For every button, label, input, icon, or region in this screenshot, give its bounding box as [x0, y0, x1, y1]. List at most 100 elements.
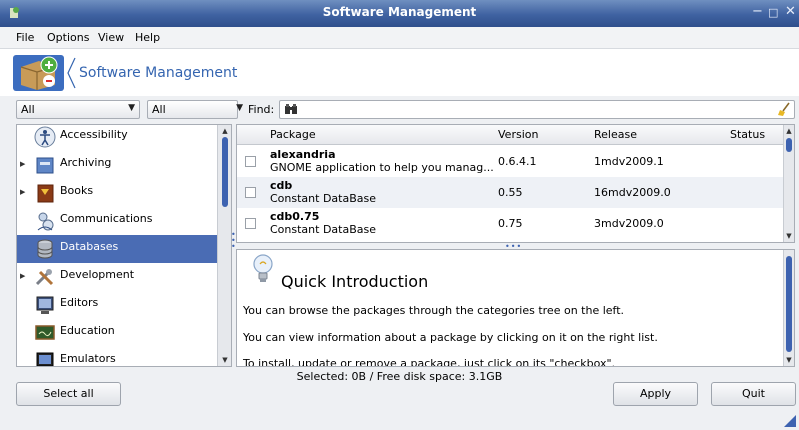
package-release: 16mdv2009.0 — [594, 186, 671, 199]
info-title: Quick Introduction — [281, 272, 429, 291]
database-icon — [37, 239, 53, 259]
category-item[interactable]: ▶ Archiving — [17, 151, 217, 179]
package-row[interactable]: cdb0.75 Constant DataBase 0.75 3mdv2009.0 — [237, 208, 785, 239]
chevron-down-icon: ▼ — [128, 103, 135, 113]
scroll-down-icon[interactable]: ▼ — [784, 355, 794, 365]
menu-file[interactable]: File — [16, 31, 34, 44]
editor-icon — [36, 296, 54, 314]
column-header-status[interactable]: Status — [730, 128, 765, 141]
scroll-up-icon[interactable]: ▲ — [784, 126, 794, 136]
status-filter-value: All — [152, 103, 166, 116]
category-label: Emulators — [60, 352, 116, 365]
package-list[interactable]: Package Version Release Status alexandri… — [236, 124, 795, 243]
expand-arrow-icon[interactable]: ▶ — [20, 188, 25, 196]
category-label: Development — [60, 268, 135, 281]
menu-help[interactable]: Help — [135, 31, 160, 44]
menu-options[interactable]: Options — [47, 31, 89, 44]
category-item[interactable]: Editors — [17, 291, 217, 319]
category-item[interactable]: Emulators — [17, 347, 217, 366]
package-checkbox[interactable] — [245, 218, 256, 229]
column-header-version[interactable]: Version — [498, 128, 538, 141]
package-version: 0.55 — [498, 186, 523, 199]
find-input[interactable] — [279, 100, 795, 119]
category-label: Databases — [60, 240, 119, 253]
chevron-down-icon: ▼ — [236, 103, 243, 113]
column-header-release[interactable]: Release — [594, 128, 637, 141]
category-label: Communications — [60, 212, 153, 225]
tree-scrollbar[interactable]: ▲ ▼ — [217, 125, 231, 366]
info-scroll-thumb[interactable] — [786, 256, 792, 352]
scroll-down-icon[interactable]: ▼ — [220, 355, 230, 365]
expand-arrow-icon[interactable]: ▶ — [20, 272, 25, 280]
package-list-header: Package Version Release Status — [237, 125, 785, 145]
resize-grip-icon[interactable] — [784, 415, 796, 427]
category-item[interactable]: ▶ Development — [17, 263, 217, 291]
category-label: Archiving — [60, 156, 112, 169]
package-name: alexandria — [270, 148, 336, 161]
window-title: Software Management — [322, 5, 477, 19]
category-label: Editors — [60, 296, 99, 309]
category-item[interactable]: Education — [17, 319, 217, 347]
maximize-button[interactable]: □ — [768, 6, 778, 19]
category-tree[interactable]: Accessibility ▶ Archiving ▶ Books Communicati… — [16, 124, 232, 367]
tools-icon — [35, 269, 54, 286]
package-description: GNOME application to help you manag... — [270, 161, 494, 174]
menu-view[interactable]: View — [98, 31, 124, 44]
tree-scroll-thumb[interactable] — [222, 137, 228, 207]
book-icon — [37, 184, 54, 203]
binoculars-icon — [285, 104, 297, 114]
package-list-scrollbar[interactable]: ▲ ▼ — [783, 125, 794, 242]
package-version: 0.6.4.1 — [498, 155, 537, 168]
info-line: You can browse the packages through the … — [243, 304, 625, 317]
package-description: Constant DataBase — [270, 223, 376, 236]
minimize-button[interactable]: − — [752, 4, 763, 19]
category-item[interactable]: ▶ Books — [17, 179, 217, 207]
scroll-up-icon[interactable]: ▲ — [220, 126, 230, 136]
lightbulb-icon — [253, 254, 273, 282]
banner-bracket-icon — [67, 57, 76, 89]
menu-bar: File Options View Help — [0, 27, 799, 49]
package-row[interactable]: alexandria GNOME application to help you … — [237, 146, 785, 177]
monitor-icon — [36, 352, 54, 366]
status-filter-select[interactable]: All ▼ — [147, 100, 243, 119]
apply-button[interactable]: Apply — [613, 382, 698, 406]
package-row[interactable]: cdb Constant DataBase 0.55 16mdv2009.0 — [237, 177, 785, 208]
category-item[interactable]: Accessibility — [17, 125, 217, 151]
column-header-package[interactable]: Package — [270, 128, 316, 141]
vertical-splitter[interactable]: • • • — [231, 231, 236, 254]
category-label: Books — [60, 184, 94, 197]
close-button[interactable]: ✕ — [785, 4, 796, 19]
info-scrollbar[interactable]: ▼ — [783, 250, 794, 366]
category-item[interactable]: Communications — [17, 207, 217, 235]
package-checkbox[interactable] — [245, 187, 256, 198]
clear-broom-icon[interactable] — [777, 102, 791, 117]
quit-button[interactable]: Quit — [711, 382, 796, 406]
category-label: Education — [60, 324, 115, 337]
category-label: Accessibility — [60, 128, 128, 141]
group-filter-select[interactable]: All ▼ — [16, 100, 140, 119]
package-release: 3mdv2009.0 — [594, 217, 664, 230]
package-name: cdb — [270, 179, 293, 192]
expand-arrow-icon[interactable]: ▶ — [20, 160, 25, 168]
category-item[interactable]: Databases — [17, 235, 217, 263]
info-line: To install, update or remove a package, … — [243, 357, 616, 367]
find-label: Find: — [248, 103, 275, 116]
banner-title: Software Management — [79, 65, 238, 81]
group-filter-value: All — [21, 103, 35, 116]
package-manager-icon — [13, 55, 64, 91]
package-description: Constant DataBase — [270, 192, 376, 205]
package-checkbox[interactable] — [245, 156, 256, 167]
package-name: cdb0.75 — [270, 210, 320, 223]
archive-icon — [36, 157, 54, 174]
info-line: You can view information about a package… — [243, 331, 658, 344]
package-version: 0.75 — [498, 217, 523, 230]
scroll-down-icon[interactable]: ▼ — [784, 231, 794, 241]
chalkboard-icon — [35, 325, 55, 340]
title-bar: Software Management − □ ✕ — [0, 0, 799, 27]
communications-icon — [37, 212, 54, 231]
package-scroll-thumb[interactable] — [786, 138, 792, 152]
app-banner: Software Management — [0, 49, 799, 96]
accessibility-icon — [34, 126, 56, 148]
select-all-button[interactable]: Select all — [16, 382, 121, 406]
info-pane: Quick Introduction You can browse the pa… — [236, 249, 795, 367]
